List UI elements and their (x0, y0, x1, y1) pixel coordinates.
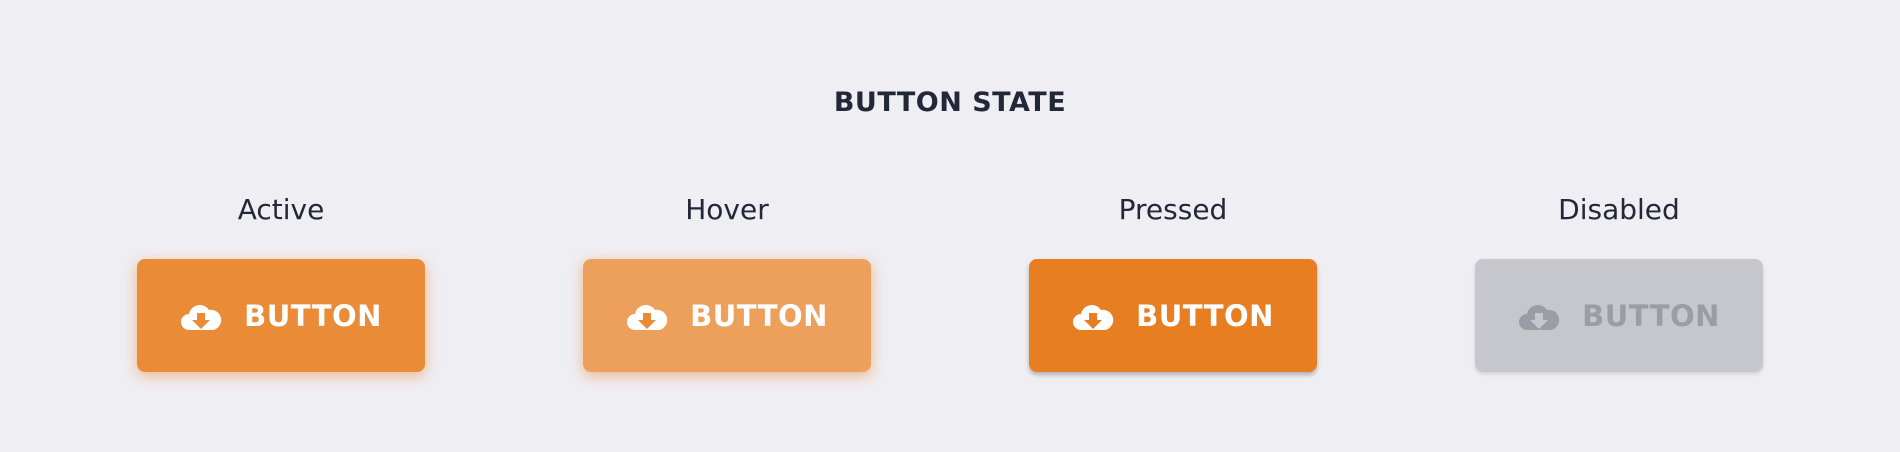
button-label: BUTTON (690, 298, 828, 333)
state-label-disabled: Disabled (1558, 193, 1680, 226)
disabled-button: BUTTON (1475, 259, 1763, 372)
active-button[interactable]: BUTTON (137, 259, 425, 372)
cloud-download-icon (626, 300, 668, 332)
state-active: Active BUTTON (137, 192, 425, 372)
state-label-pressed: Pressed (1118, 193, 1228, 226)
button-label: BUTTON (244, 298, 382, 333)
pressed-button[interactable]: BUTTON (1029, 259, 1317, 372)
cloud-download-icon (1072, 300, 1114, 332)
cloud-download-icon (180, 300, 222, 332)
state-label-hover: Hover (685, 193, 769, 226)
state-disabled: Disabled BUTTON (1475, 192, 1763, 372)
hover-button[interactable]: BUTTON (583, 259, 871, 372)
page-title: BUTTON STATE (833, 87, 1067, 118)
state-label-active: Active (237, 193, 325, 226)
state-pressed: Pressed BUTTON (1029, 192, 1317, 372)
button-label: BUTTON (1582, 298, 1720, 333)
cloud-download-icon (1518, 300, 1560, 332)
state-hover: Hover BUTTON (583, 192, 871, 372)
button-label: BUTTON (1136, 298, 1274, 333)
